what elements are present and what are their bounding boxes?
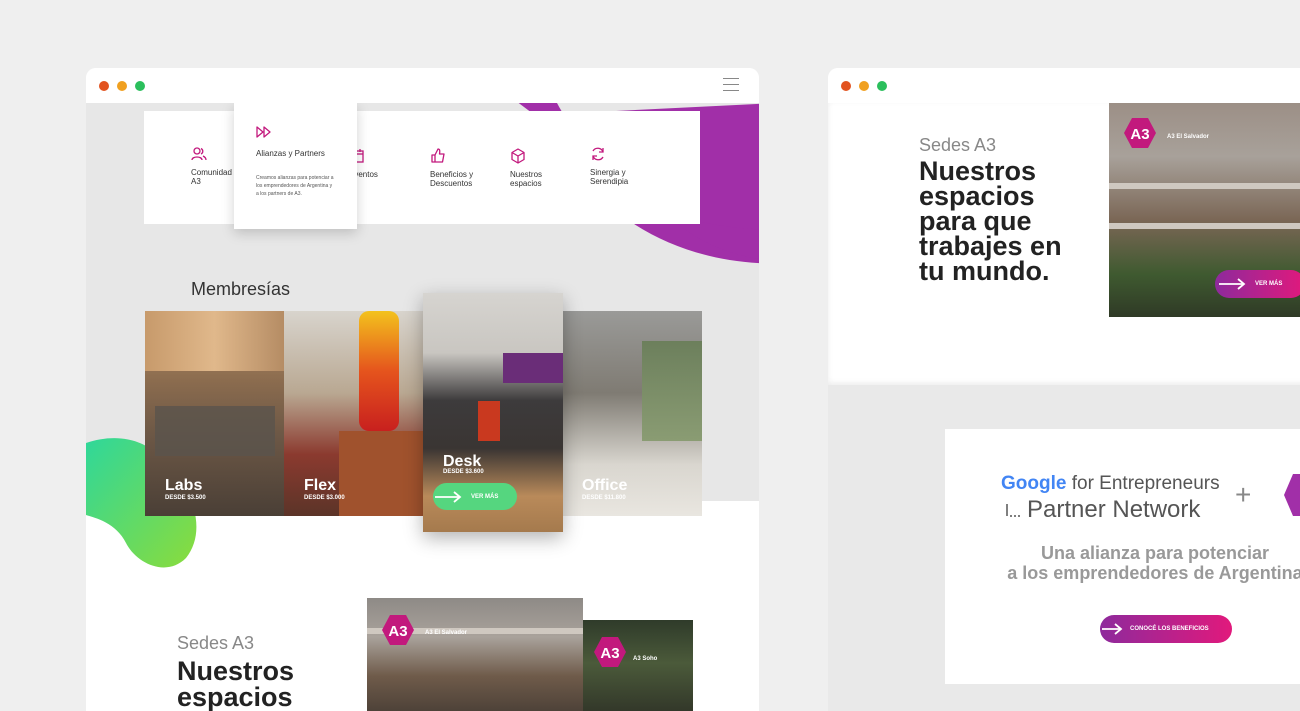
membership-tile-desk[interactable]: Desk DESDE $3.600 VER MÁS <box>423 293 563 532</box>
dropdown-title[interactable]: Alianzas y Partners <box>256 149 335 158</box>
for-entrepreneurs-text: for Entrepreneurs <box>1071 473 1220 494</box>
menu-item-label: Nuestros espacios <box>510 170 543 188</box>
location-card-soho[interactable]: A3 A3 Soho <box>583 620 693 711</box>
purple-wall-area <box>503 353 563 383</box>
location-name: A3 El Salvador <box>1167 134 1210 140</box>
svg-text:A3: A3 <box>1130 126 1149 143</box>
partner-tagline: Una alianza para potenciar a los emprend… <box>945 543 1300 583</box>
menu-item-label: Comunidad A3 <box>191 168 232 186</box>
sedes-heading: Nuestros espacios para que trabajes en t… <box>919 158 1062 286</box>
refresh-icon <box>592 147 604 161</box>
google-wordmark: Google <box>1001 473 1067 494</box>
membresias-title: Membresías <box>191 279 291 299</box>
tile-price: DESDE $11.800 <box>582 495 626 501</box>
cube-icon <box>511 148 525 164</box>
window-titlebar <box>828 68 1300 103</box>
fast-forward-icon <box>256 126 271 138</box>
maximize-dot[interactable] <box>877 81 887 91</box>
alianzas-dropdown[interactable]: Alianzas y Partners Creamos alianzas par… <box>234 103 357 229</box>
location-name: A3 Soho <box>633 656 658 662</box>
heading-line: tu mundo. <box>919 256 1050 286</box>
a3-logo-icon: A3 <box>1124 118 1156 148</box>
button-label: VER MÁS <box>1255 281 1283 287</box>
tagline-line: Una alianza para potenciar <box>1040 543 1270 563</box>
tile-price: DESDE $3.500 <box>165 495 206 501</box>
location-name: A3 El Salvador <box>425 630 468 636</box>
sedes-kicker: Sedes A3 <box>919 135 997 155</box>
tile-price: DESDE $3.000 <box>304 495 345 501</box>
a3-logo-icon <box>1284 474 1300 516</box>
dropdown-description: Creamos alianzas para potenciar a los em… <box>256 175 334 197</box>
browser-window-main: Comunidad A3 Eventos Beneficios y Descue… <box>86 68 759 711</box>
thumbs-up-icon <box>431 148 445 163</box>
location-card-el-salvador[interactable]: A3 A3 El Salvador VER MÁS <box>1109 103 1300 317</box>
a3-logo-icon: A3 <box>382 615 414 645</box>
red-panel-area <box>478 401 500 441</box>
membership-tile-flex[interactable]: Flex DESDE $3.000 <box>284 311 423 516</box>
close-dot[interactable] <box>99 81 109 91</box>
location-card-el-salvador[interactable]: A3 A3 El Salvador <box>367 598 583 711</box>
maximize-dot[interactable] <box>135 81 145 91</box>
plus-sign: + <box>1235 479 1252 510</box>
page-viewport: Comunidad A3 Eventos Beneficios y Descue… <box>86 103 759 711</box>
sedes-heading-line2: espacios <box>177 682 293 711</box>
close-dot[interactable] <box>841 81 851 91</box>
menu-item-label: Beneficios y Descuentos <box>430 170 474 188</box>
mega-menu: Comunidad A3 Eventos Beneficios y Descue… <box>144 103 700 229</box>
menu-item-label: Sinergia y Serendipia <box>590 168 629 186</box>
partner-card: Google for Entrepreneurs Partner Network… <box>945 429 1300 684</box>
svg-text:A3: A3 <box>600 645 619 662</box>
window-titlebar <box>86 68 759 103</box>
membership-tile-labs[interactable]: Labs DESDE $3.500 <box>145 311 284 516</box>
people-icon <box>191 147 207 161</box>
sedes-kicker: Sedes A3 <box>177 633 255 653</box>
minimize-dot[interactable] <box>859 81 869 91</box>
tile-label: Flex <box>304 477 337 494</box>
button-label: CONOCÉ LOS BENEFICIOS <box>1130 626 1209 632</box>
hamburger-menu-icon[interactable] <box>723 78 739 92</box>
conoce-beneficios-button[interactable]: CONOCÉ LOS BENEFICIOS <box>1100 615 1232 643</box>
arrow-right-icon <box>1102 623 1123 635</box>
browser-window-secondary: Sedes A3 Nuestros espacios para que trab… <box>828 68 1300 711</box>
arrow-right-icon <box>435 490 462 503</box>
arrow-right-icon <box>1219 278 1246 290</box>
button-label: VER MÁS <box>471 493 499 500</box>
network-glyph-icon <box>1006 504 1020 517</box>
tile-label: Office <box>582 477 628 494</box>
ceiling-image-area <box>145 311 284 371</box>
page-viewport: Sedes A3 Nuestros espacios para que trab… <box>828 103 1300 711</box>
tile-price: DESDE $3.600 <box>443 469 484 475</box>
google-for-entrepreneurs-logo: Google for Entrepreneurs <box>1001 473 1220 495</box>
table-image-area <box>339 431 423 516</box>
tile-label: Labs <box>165 477 203 494</box>
building-detail <box>1109 223 1300 229</box>
a3-logo-icon: A3 <box>594 637 626 667</box>
minimize-dot[interactable] <box>117 81 127 91</box>
partner-network-logo: Partner Network <box>1005 496 1200 524</box>
menu-item-comunidad[interactable]: Comunidad A3 <box>191 146 239 186</box>
tagline-line: a los emprendedores de Argentina <box>1007 563 1300 583</box>
menu-item-beneficios[interactable]: Beneficios y Descuentos <box>430 148 484 188</box>
window-image-area <box>642 341 702 441</box>
membership-tile-office[interactable]: Office DESDE $11.800 <box>562 311 702 516</box>
ver-mas-button[interactable]: VER MÁS <box>1215 270 1300 298</box>
menu-item-espacios[interactable]: Nuestros espacios <box>510 148 550 188</box>
building-detail <box>1109 183 1300 189</box>
ver-mas-button[interactable]: VER MÁS <box>433 483 517 510</box>
art-installation-area <box>359 311 399 431</box>
svg-text:A3: A3 <box>388 623 407 640</box>
desks-image-area <box>155 406 275 456</box>
menu-item-sinergia[interactable]: Sinergia y Serendipia <box>590 146 638 186</box>
partner-network-text: Partner Network <box>1027 496 1201 523</box>
